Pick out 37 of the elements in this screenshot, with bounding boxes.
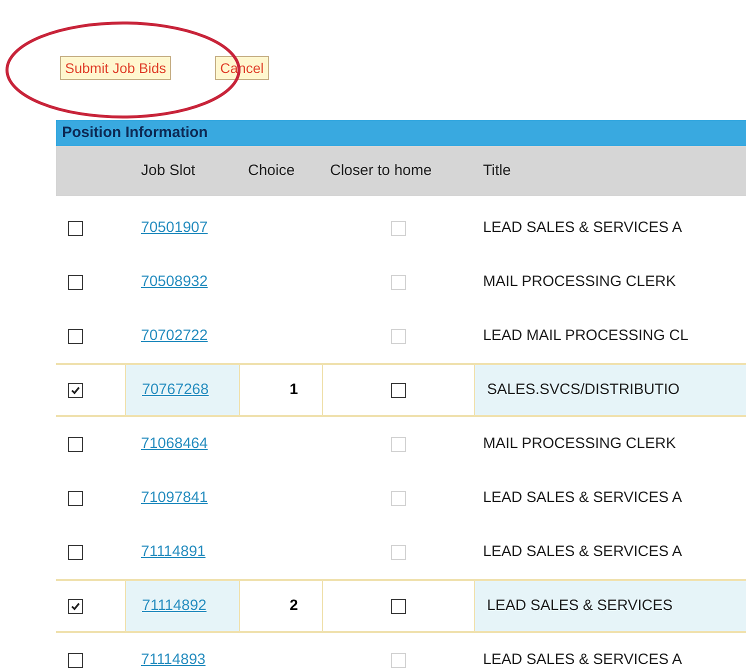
job-slot-link[interactable]: 71114893: [141, 648, 206, 669]
job-title: LEAD SALES & SERVICES: [487, 596, 673, 616]
job-title: LEAD MAIL PROCESSING CL: [483, 326, 688, 346]
column-header: Choice: [247, 160, 296, 181]
job-slot-link[interactable]: 70501907: [141, 216, 208, 240]
row-checkbox[interactable]: [68, 598, 83, 614]
job-title: LEAD SALES & SERVICES A: [483, 488, 682, 508]
column-header: Title: [482, 160, 512, 181]
job-title: MAIL PROCESSING CLERK: [483, 434, 676, 454]
choice-number: 1: [290, 380, 298, 400]
job-title: LEAD SALES & SERVICES A: [483, 218, 682, 238]
checkmark-icon: [70, 600, 81, 612]
row-checkbox[interactable]: [68, 544, 83, 560]
job-slot-link[interactable]: 71114891: [141, 540, 206, 564]
table-caption: Position Information: [56, 120, 746, 146]
column-header: Job Slot: [140, 160, 196, 181]
checkmark-icon: [70, 384, 81, 396]
job-title: LEAD SALES & SERVICES A: [483, 542, 682, 562]
row-checkbox[interactable]: [68, 436, 83, 452]
submit-button[interactable]: Submit Job Bids: [60, 56, 172, 80]
job-title: MAIL PROCESSING CLERK: [483, 272, 676, 292]
row-checkbox[interactable]: [68, 652, 83, 668]
closer-to-home-checkbox[interactable]: [391, 382, 406, 398]
column-header: Closer to home: [329, 160, 433, 181]
job-title: LEAD SALES & SERVICES A: [483, 650, 682, 669]
row-checkbox[interactable]: [68, 382, 83, 398]
job-slot-link[interactable]: 70702722: [141, 324, 208, 348]
job-slot-link[interactable]: 70508932: [141, 270, 208, 294]
job-title: SALES.SVCS/DISTRIBUTIO: [487, 380, 680, 400]
row-checkbox[interactable]: [68, 220, 83, 236]
job-slot-link[interactable]: 71068464: [141, 432, 208, 456]
choice-number: 2: [290, 596, 298, 616]
row-checkbox[interactable]: [68, 274, 83, 290]
closer-to-home-checkbox[interactable]: [391, 598, 406, 614]
job-slot-link[interactable]: 71097841: [141, 486, 208, 510]
row-checkbox[interactable]: [68, 490, 83, 506]
row-checkbox[interactable]: [68, 328, 83, 344]
